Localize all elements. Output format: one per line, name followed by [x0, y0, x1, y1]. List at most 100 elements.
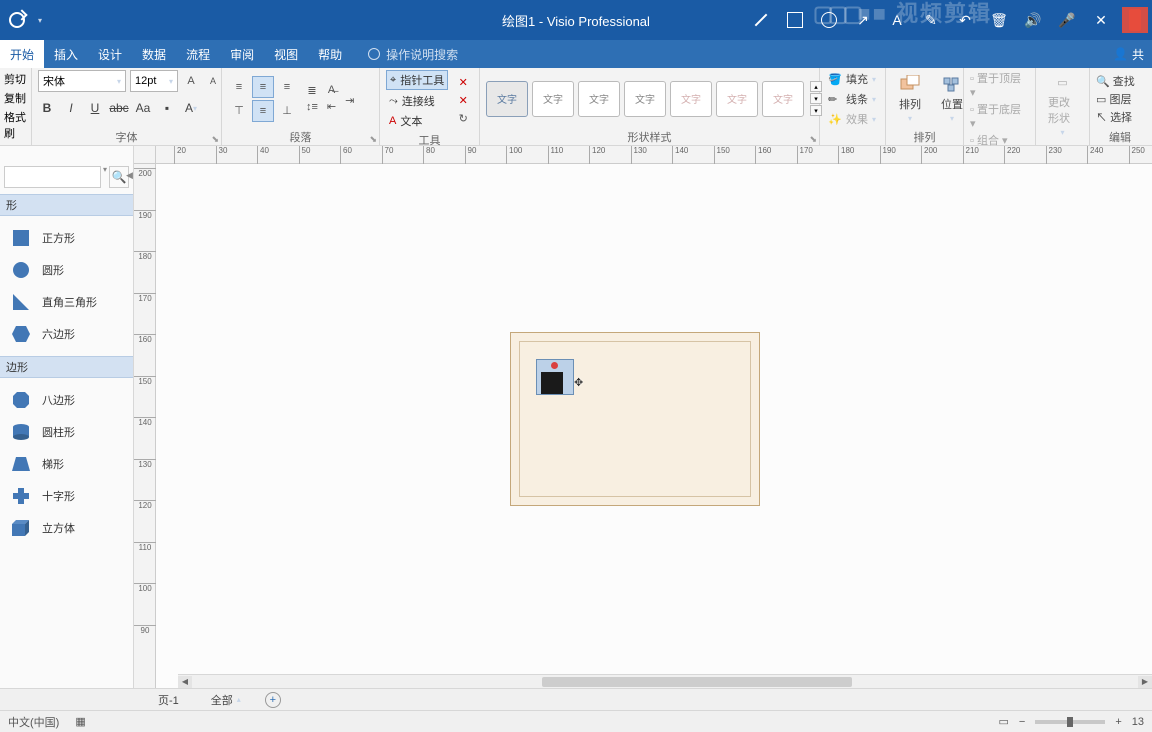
outdent-button[interactable]: ⇤	[326, 99, 337, 114]
change-shape-button[interactable]: ▭ 更改形状▾	[1042, 70, 1083, 139]
shape-item-square[interactable]: 正方形	[0, 222, 133, 254]
share-button[interactable]: 👤 共	[1113, 40, 1144, 68]
drawing-canvas[interactable]: ✥ ◀ ▶	[156, 164, 1152, 688]
scroll-left-icon[interactable]: ◀	[178, 676, 192, 688]
style-thumb[interactable]: 文字	[486, 81, 528, 117]
zoom-in-button[interactable]: +	[1115, 716, 1121, 728]
panel-collapse-icon[interactable]: ◀	[126, 170, 134, 180]
strike-button[interactable]: abc	[110, 99, 128, 117]
annotate-close-icon[interactable]: ✕	[1088, 7, 1114, 33]
status-language[interactable]: 中文(中国)	[8, 714, 59, 730]
font-color-button[interactable]: A▾	[182, 99, 200, 117]
tell-me[interactable]: 操作说明搜索	[352, 40, 458, 68]
shapes-section-header[interactable]: 形	[0, 194, 133, 216]
align-bottom-button[interactable]: ⊥	[276, 100, 298, 122]
annotate-arrow-icon[interactable]: ↗	[850, 7, 876, 33]
tab-view[interactable]: 视图	[264, 40, 308, 68]
annotate-pen-icon[interactable]	[748, 7, 774, 33]
add-page-button[interactable]: +	[265, 692, 281, 708]
qat-caret-icon[interactable]: ▾	[38, 16, 42, 25]
zoom-slider[interactable]	[1035, 720, 1105, 724]
line-spacing-button[interactable]: ↕≡	[305, 100, 319, 114]
grow-font-icon[interactable]: A	[182, 72, 200, 90]
fill-button[interactable]: 🪣填充▾	[826, 70, 878, 88]
annotate-circle-icon[interactable]	[816, 7, 842, 33]
tab-data[interactable]: 数据	[132, 40, 176, 68]
style-thumb[interactable]: 文字	[578, 81, 620, 117]
shape-item-cross[interactable]: 十字形	[0, 480, 133, 512]
align-middle-button[interactable]: ≡	[252, 100, 274, 122]
shape-item-trapezoid[interactable]: 梯形	[0, 448, 133, 480]
style-thumb[interactable]: 文字	[716, 81, 758, 117]
shape-item-triangle[interactable]: 直角三角形	[0, 286, 133, 318]
presentation-mode-icon[interactable]: ▭	[998, 715, 1008, 728]
tab-help[interactable]: 帮助	[308, 40, 352, 68]
zoom-level[interactable]: 13	[1132, 716, 1144, 728]
style-thumb[interactable]: 文字	[532, 81, 574, 117]
style-gallery[interactable]: 文字 文字 文字 文字 文字 文字 文字 ▴ ▾ ▾	[486, 81, 822, 117]
indent-button[interactable]: ⇥	[344, 93, 355, 108]
pointer-tool-button[interactable]: ⌖指针工具	[386, 70, 448, 90]
annotate-delete-icon[interactable]: 🗑	[986, 7, 1012, 33]
annotate-mic-icon[interactable]: 🎤	[1054, 7, 1080, 33]
shape-item-octagon[interactable]: 八边形	[0, 384, 133, 416]
status-macro-icon[interactable]: ▦	[75, 715, 85, 728]
line-button[interactable]: ✏线条▾	[826, 90, 878, 108]
text-tool-button[interactable]: A文本	[386, 112, 448, 130]
align-left-button[interactable]: ≡	[228, 76, 250, 98]
shape-item-cube[interactable]: 立方体	[0, 512, 133, 544]
rotation-handle-icon[interactable]	[551, 362, 558, 369]
page-tab-1[interactable]: 页-1	[150, 690, 187, 710]
scroll-right-icon[interactable]: ▶	[1138, 676, 1152, 688]
align-center-button[interactable]: ≡	[252, 76, 274, 98]
selected-shape[interactable]	[536, 359, 574, 395]
underline-button[interactable]: U	[86, 99, 104, 117]
shape-item-hexagon[interactable]: 六边形	[0, 318, 133, 350]
clear-format-button[interactable]: A̶	[326, 83, 337, 97]
font-size-select[interactable]: 12pt▾	[130, 70, 178, 92]
autosave-icon[interactable]	[4, 7, 30, 33]
order-button[interactable]: 排列▾	[892, 72, 928, 125]
tab-insert[interactable]: 插入	[44, 40, 88, 68]
annotate-undo-icon[interactable]: ↶	[952, 7, 978, 33]
bullets-button[interactable]: ≣	[305, 83, 319, 98]
shape-item-circle[interactable]: 圆形	[0, 254, 133, 286]
font-name-select[interactable]: 宋体▾	[38, 70, 126, 92]
send-back-button[interactable]: ▫ 置于底层 ▾	[970, 101, 1029, 130]
close-tool-icon[interactable]: ✕	[455, 74, 471, 90]
annotate-brush-icon[interactable]: ✎	[918, 7, 944, 33]
find-button[interactable]: 🔍 查找	[1096, 73, 1135, 89]
tab-review[interactable]: 审阅	[220, 40, 264, 68]
style-thumb[interactable]: 文字	[670, 81, 712, 117]
style-thumb[interactable]: 文字	[762, 81, 804, 117]
bring-front-button[interactable]: ▫ 置于顶层 ▾	[970, 70, 1029, 99]
bold-button[interactable]: B	[38, 99, 56, 117]
shapes-section2[interactable]: 边形	[0, 356, 133, 378]
annotate-text-icon[interactable]: A	[884, 7, 910, 33]
horizontal-scrollbar[interactable]: ◀ ▶	[178, 674, 1152, 688]
annotate-rect-icon[interactable]	[782, 7, 808, 33]
shape-item-cylinder[interactable]: 圆柱形	[0, 416, 133, 448]
format-painter-button[interactable]: 格式刷	[2, 108, 29, 142]
annotate-sound-icon[interactable]: 🔊	[1020, 7, 1046, 33]
cut-button[interactable]: 剪切	[2, 70, 28, 88]
copy-button[interactable]: 复制	[2, 89, 28, 107]
close-tool2-icon[interactable]: ✕	[455, 92, 471, 108]
rotate-tool-icon[interactable]: ↻	[455, 110, 471, 126]
blank1-button[interactable]	[344, 89, 355, 91]
scroll-thumb[interactable]	[542, 677, 852, 687]
align-top-button[interactable]: ⊤	[228, 100, 250, 122]
zoom-out-button[interactable]: −	[1019, 716, 1025, 728]
page-tab-all[interactable]: 全部 ▴	[203, 690, 249, 710]
select-button[interactable]: ↖ 选择	[1096, 109, 1135, 125]
tab-design[interactable]: 设计	[88, 40, 132, 68]
shapes-search-input[interactable]	[4, 166, 101, 188]
case-button[interactable]: Aa	[134, 99, 152, 117]
superscript-button[interactable]: ▪	[158, 99, 176, 117]
italic-button[interactable]: I	[62, 99, 80, 117]
record-icon[interactable]	[1122, 7, 1148, 33]
tab-home[interactable]: 开始	[0, 40, 44, 68]
tab-process[interactable]: 流程	[176, 40, 220, 68]
connector-tool-button[interactable]: ⤳连接线	[386, 92, 448, 110]
align-right-button[interactable]: ≡	[276, 76, 298, 98]
